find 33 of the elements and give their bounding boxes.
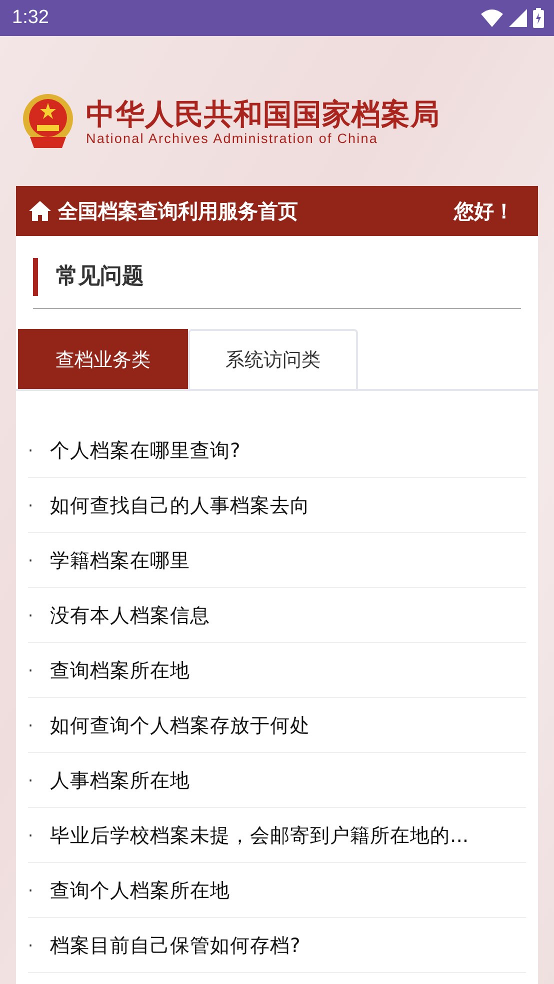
greeting: 您好！ [454,198,514,224]
nav-title[interactable]: 全国档案查询利用服务首页 [58,198,298,224]
bullet: · [28,770,34,790]
bullet: · [28,550,34,570]
agency-title: 中华人民共和国国家档案局 [86,96,440,130]
question-link[interactable]: 个人档案在哪里查询? [50,436,240,464]
bullet: · [28,606,34,624]
question-link[interactable]: 查询个人档案所在地 [50,876,230,904]
tab[interactable]: 查档业务类 [18,329,188,389]
status-time: 1:32 [12,7,49,29]
tab[interactable]: 系统访问类 [188,329,358,389]
wifi-icon [481,9,503,27]
question-link[interactable]: 学籍档案在哪里 [50,546,190,574]
home-icon[interactable] [28,200,52,222]
bullet: · [28,826,34,844]
bullet: · [28,440,34,460]
emblem-icon [22,93,74,149]
question-link[interactable]: 档案目前自己保管如何存档? [50,932,300,958]
bullet: · [28,496,34,514]
section-title: 常见问题 [33,258,521,296]
question-link[interactable]: 如何查找自己的人事档案去向 [50,492,310,518]
bullet: · [28,880,34,900]
bullet: · [28,716,34,734]
question-link[interactable]: 查询档案所在地 [50,656,190,684]
agency-subtitle: National Archives Administration of China [86,130,379,146]
question-link[interactable]: 如何查询个人档案存放于何处 [50,712,310,738]
signal-icon [509,9,527,27]
bullet: · [28,660,34,680]
question-link[interactable]: 没有本人档案信息 [50,602,210,628]
bullet: · [28,936,34,954]
battery-icon [533,8,544,28]
question-link[interactable]: 毕业后学校档案未提，会邮寄到户籍所在地的... [50,822,469,848]
question-link[interactable]: 人事档案所在地 [50,766,190,794]
